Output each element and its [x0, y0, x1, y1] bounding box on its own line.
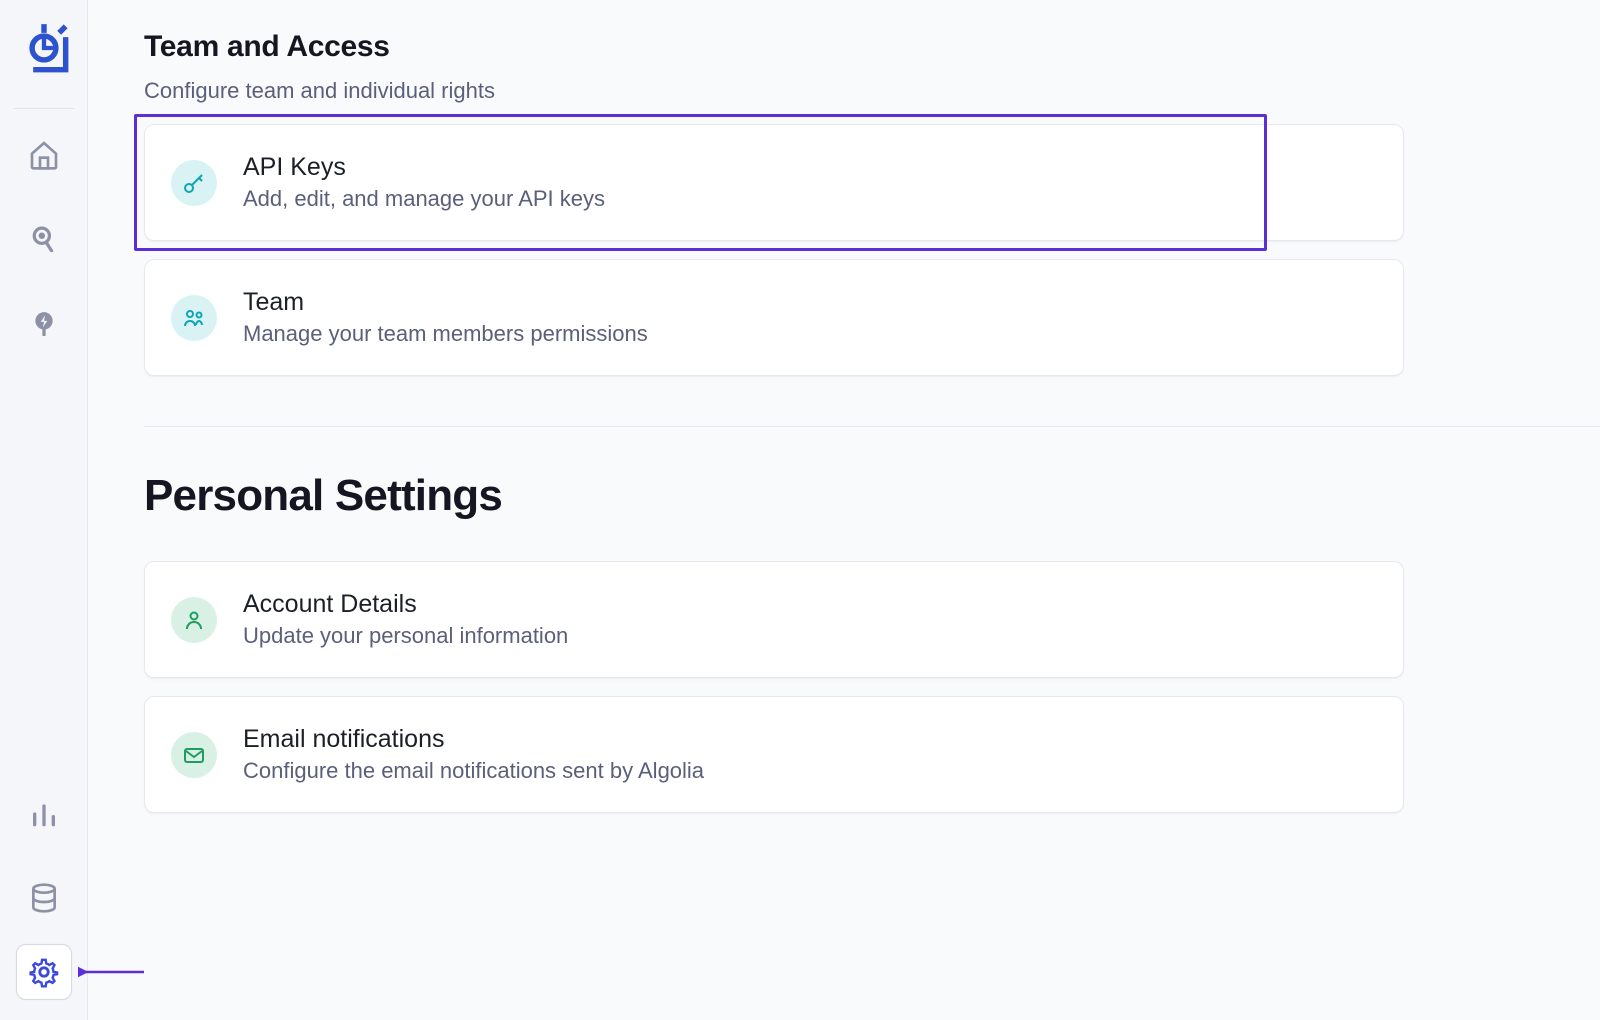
sidebar-item-settings[interactable]	[16, 944, 72, 1000]
section-personal-settings-heading: Personal Settings	[144, 471, 1600, 521]
bolt-icon	[31, 310, 57, 336]
sidebar-item-search[interactable]	[20, 215, 68, 263]
sidebar	[0, 0, 88, 1020]
card-api-keys[interactable]: API Keys Add, edit, and manage your API …	[144, 124, 1404, 241]
home-icon	[28, 139, 60, 171]
card-description: Manage your team members permissions	[243, 321, 648, 347]
bars-icon	[28, 798, 60, 830]
card-title: Team	[243, 288, 648, 317]
user-icon	[171, 597, 217, 643]
card-title: API Keys	[243, 153, 605, 182]
sidebar-item-home[interactable]	[20, 131, 68, 179]
sidebar-divider	[14, 108, 74, 109]
gear-icon	[27, 955, 61, 989]
brand-logo[interactable]	[18, 22, 70, 74]
card-email-notifications[interactable]: Email notifications Configure the email …	[144, 696, 1404, 813]
sidebar-item-analytics[interactable]	[20, 790, 68, 838]
sidebar-item-data[interactable]	[20, 874, 68, 922]
card-title: Account Details	[243, 590, 568, 619]
database-icon	[28, 882, 60, 914]
search-icon	[31, 226, 57, 252]
key-icon	[171, 160, 217, 206]
users-icon	[171, 295, 217, 341]
mail-icon	[171, 732, 217, 778]
card-description: Update your personal information	[243, 623, 568, 649]
card-description: Add, edit, and manage your API keys	[243, 186, 605, 212]
algolia-logo-icon	[18, 22, 70, 74]
section-divider	[144, 426, 1600, 427]
section-team-access-subheading: Configure team and individual rights	[144, 78, 1600, 104]
card-title: Email notifications	[243, 725, 704, 754]
card-team[interactable]: Team Manage your team members permission…	[144, 259, 1404, 376]
card-description: Configure the email notifications sent b…	[243, 758, 704, 784]
sidebar-item-rules[interactable]	[20, 299, 68, 347]
main-content: Team and Access Configure team and indiv…	[88, 0, 1600, 1020]
section-team-access-heading: Team and Access	[144, 30, 1600, 64]
card-account-details[interactable]: Account Details Update your personal inf…	[144, 561, 1404, 678]
